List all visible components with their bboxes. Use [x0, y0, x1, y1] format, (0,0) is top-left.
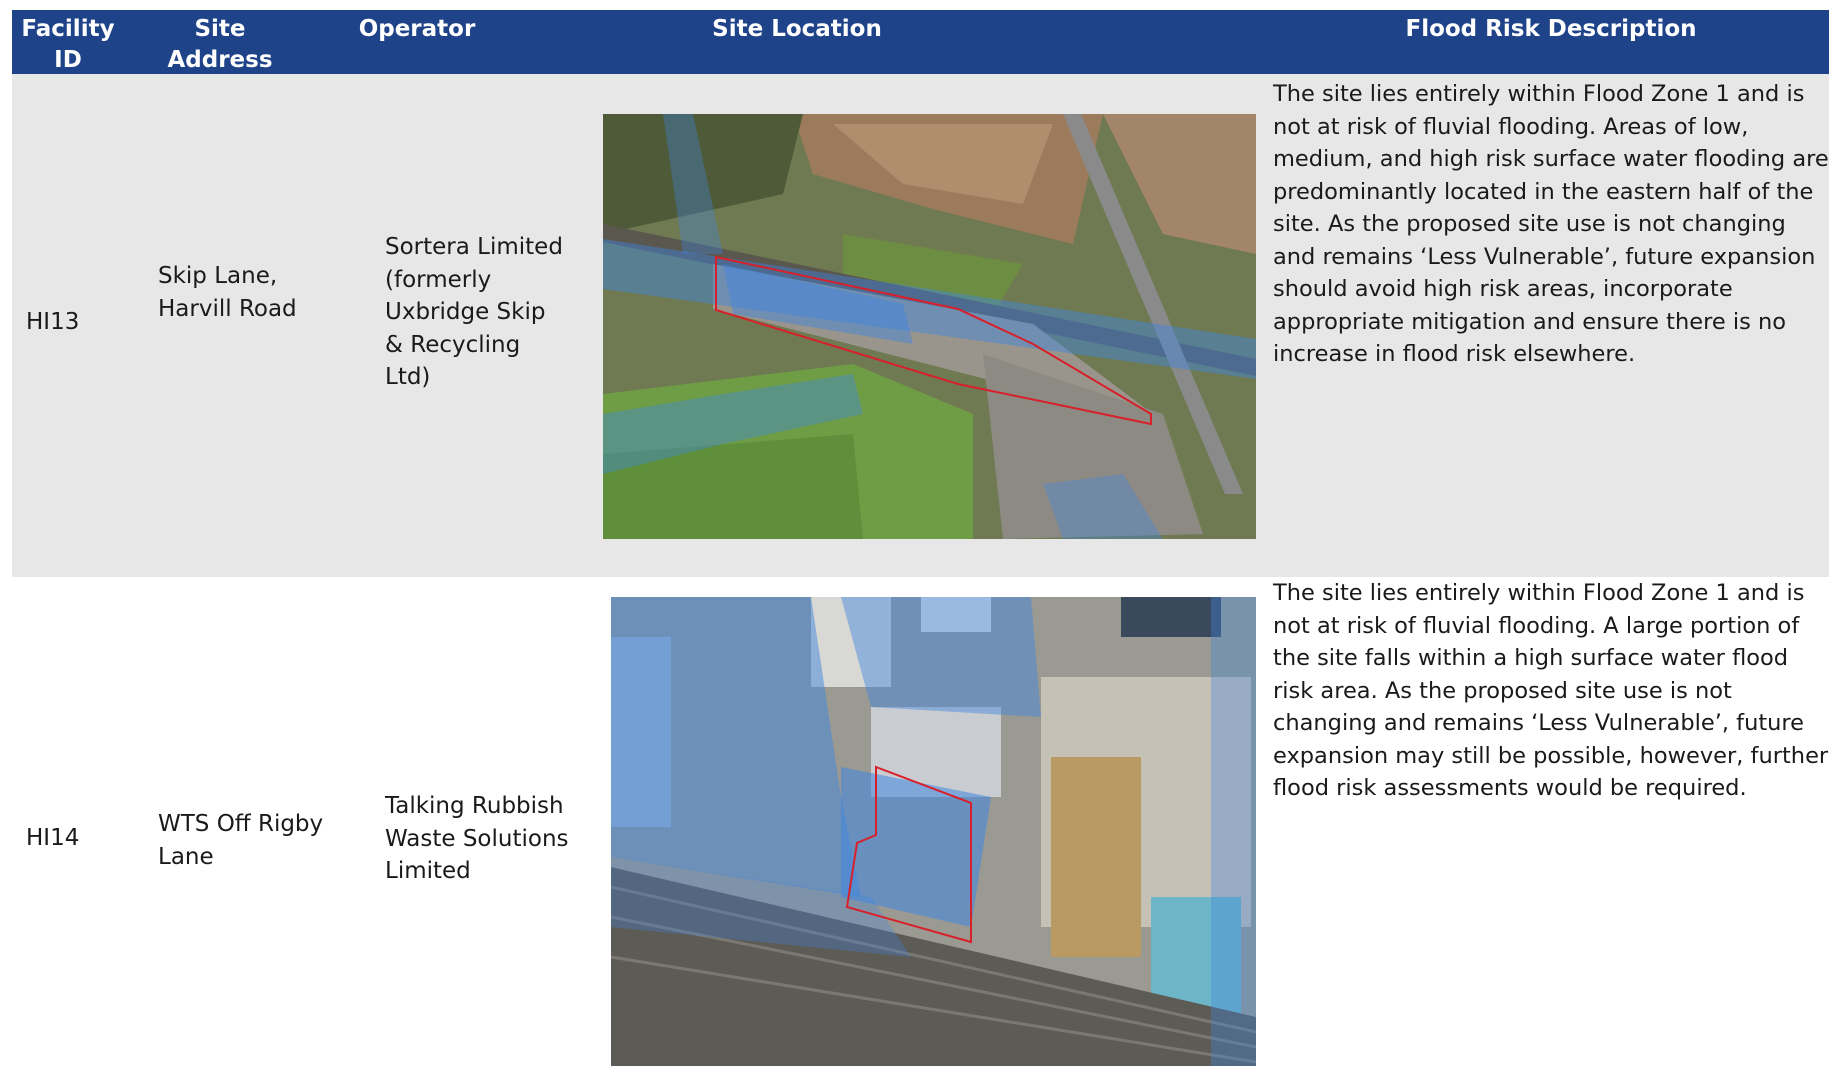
table-row: HI13 Skip Lane, Harvill Road Sortera Lim…	[12, 74, 1829, 577]
header-flood-risk: Flood Risk Description	[1405, 16, 1697, 42]
facility-id-cell: HI13	[26, 309, 80, 335]
operator-cell: Talking Rubbish Waste Solutions Limited	[385, 793, 569, 884]
operator-cell: Sortera Limited (formerly Uxbridge Skip …	[385, 234, 563, 390]
facility-id-cell: HI14	[26, 825, 80, 851]
header-site-address: Site Address	[167, 16, 273, 73]
flood-risk-description: The site lies entirely within Flood Zone…	[1273, 81, 1829, 367]
table-header: Facility ID Site Address Operator Site L…	[12, 10, 1829, 74]
header-operator: Operator	[358, 16, 476, 42]
flood-risk-description: The site lies entirely within Flood Zone…	[1273, 580, 1829, 801]
site-location-map	[603, 114, 1256, 539]
header-site-location: Site Location	[712, 16, 882, 42]
header-facility-id: Facility ID	[21, 16, 115, 73]
table-row: HI14 WTS Off Rigby Lane Talking Rubbish …	[12, 577, 1829, 1066]
site-location-map	[611, 597, 1256, 1066]
site-address-cell: Skip Lane, Harvill Road	[158, 263, 297, 322]
site-address-cell: WTS Off Rigby Lane	[158, 811, 324, 870]
